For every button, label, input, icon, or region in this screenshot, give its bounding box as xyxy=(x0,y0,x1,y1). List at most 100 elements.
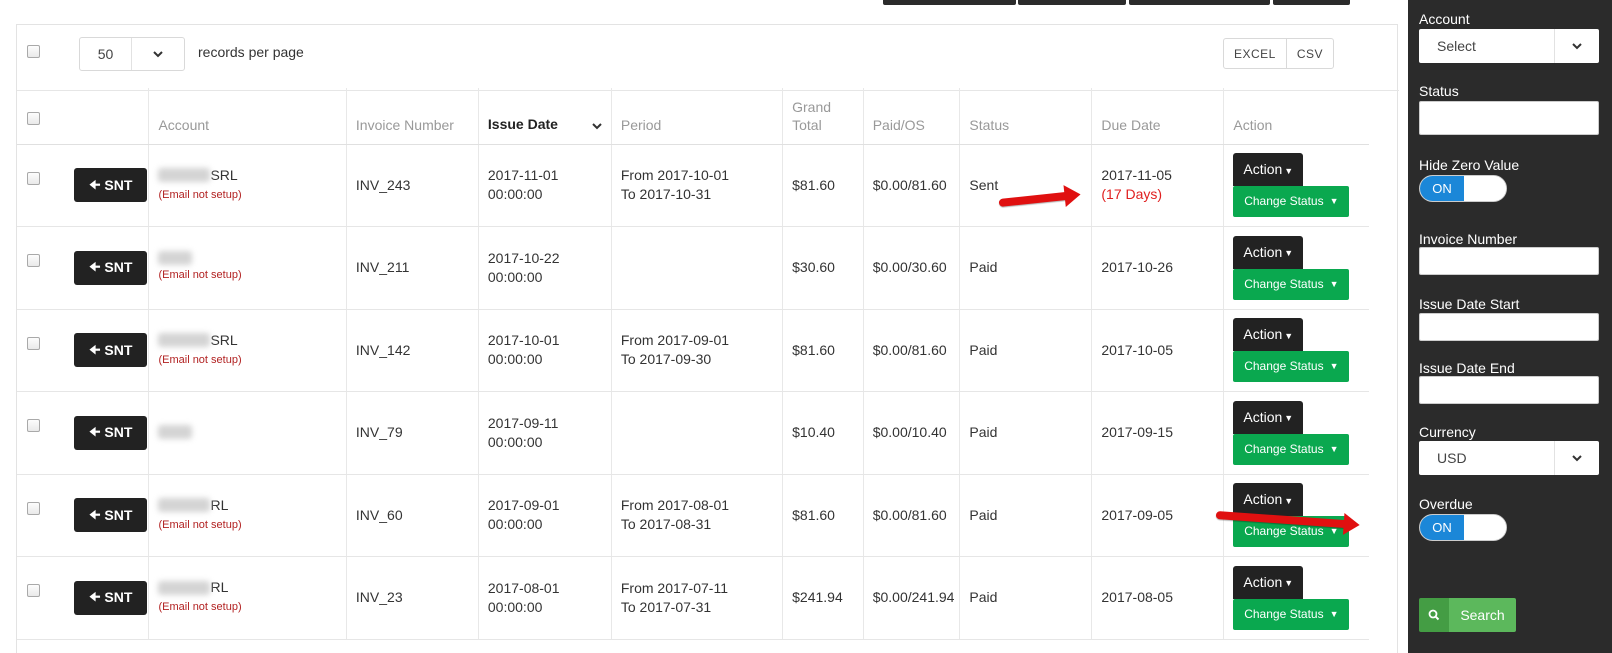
search-button-label: Search xyxy=(1449,598,1516,632)
email-not-setup-note: (Email not setup) xyxy=(158,353,242,366)
filter-account-select[interactable]: Select xyxy=(1419,29,1599,63)
row-due-date: 2017-08-05 xyxy=(1101,589,1174,606)
change-status-button[interactable]: Change Status ▼ xyxy=(1233,351,1350,383)
snt-button[interactable]: 🠈 SNT xyxy=(74,580,148,615)
top-button-3[interactable] xyxy=(1129,0,1270,5)
filter-status-input[interactable] xyxy=(1419,101,1599,135)
row-checkbox-cell xyxy=(17,144,58,227)
search-button[interactable]: Search xyxy=(1419,598,1516,632)
row-checkbox[interactable] xyxy=(27,336,40,350)
chevron-down-icon xyxy=(1554,441,1599,475)
row-issue-time: 00:00:00 xyxy=(487,433,543,450)
snt-button[interactable]: 🠈 SNT xyxy=(74,415,148,450)
export-csv-button[interactable]: CSV xyxy=(1285,39,1333,68)
action-dropdown-button[interactable]: Action ▼ xyxy=(1233,483,1304,517)
action-dropdown-button[interactable]: Action ▼ xyxy=(1233,565,1304,599)
header-grand-total[interactable]: Grand Total xyxy=(782,88,864,145)
header-issue-date[interactable]: Issue Date xyxy=(478,88,612,145)
row-issue-date: 2017-09-11 xyxy=(487,414,559,431)
snt-button[interactable]: 🠈 SNT xyxy=(74,498,148,533)
top-button-4[interactable] xyxy=(1273,0,1350,5)
row-checkbox-cell xyxy=(17,226,58,310)
caret-down-icon: ▼ xyxy=(1329,278,1339,289)
row-checkbox[interactable] xyxy=(27,584,40,597)
row-account-cell: RL (Email not setup) xyxy=(148,474,347,557)
header-status[interactable]: Status xyxy=(959,88,1093,145)
row-period-cell: From 2017-10-01 To 2017-10-31 xyxy=(611,144,784,227)
row-due-date-cell: 2017-11-05 (17 Days) xyxy=(1091,144,1225,227)
table-row: 🠈 SNT INV_79 2017-09-11 00:00:00 $10.40 $0.00/… xyxy=(17,391,1369,475)
row-grand-total: $241.94 xyxy=(782,556,864,640)
sort-desc-icon xyxy=(592,116,602,134)
email-not-setup-note: (Email not setup) xyxy=(158,268,242,281)
filter-issue-end-input[interactable] xyxy=(1419,376,1599,404)
row-checkbox[interactable] xyxy=(27,254,40,267)
filter-currency-label: Currency xyxy=(1419,424,1476,440)
row-invoice-number: INV_142 xyxy=(346,309,479,392)
row-account-cell: SRL (Email not setup) xyxy=(148,144,347,227)
action-dropdown-button[interactable]: Action ▼ xyxy=(1233,153,1304,187)
header-invoice-number[interactable]: Invoice Number xyxy=(346,88,479,145)
row-invoice-number: INV_211 xyxy=(346,226,479,310)
top-button-1[interactable] xyxy=(883,0,1016,5)
header-period[interactable]: Period xyxy=(611,88,784,145)
change-status-label: Change Status xyxy=(1244,276,1324,291)
row-period-cell: From 2017-09-01 To 2017-09-30 xyxy=(611,309,784,392)
change-status-button[interactable]: Change Status ▼ xyxy=(1233,268,1350,300)
header-due-date[interactable]: Due Date xyxy=(1091,88,1225,145)
account-suffix: SRL xyxy=(210,166,238,183)
filter-issue-start-input[interactable] xyxy=(1419,313,1599,341)
row-issue-date-cell: 2017-08-01 00:00:00 xyxy=(478,556,612,640)
change-status-button[interactable]: Change Status ▼ xyxy=(1233,433,1350,465)
records-per-page-select[interactable]: 50 xyxy=(79,37,185,71)
row-checkbox[interactable] xyxy=(27,501,40,515)
header-paid-os[interactable]: Paid/OS xyxy=(863,88,961,145)
header-select-all-checkbox[interactable] xyxy=(27,111,40,125)
row-status: Paid xyxy=(959,226,1093,310)
export-excel-button[interactable]: EXCEL xyxy=(1224,39,1286,68)
row-checkbox[interactable] xyxy=(27,419,40,432)
account-name: SRL xyxy=(158,166,336,185)
filter-invoice-number-input[interactable] xyxy=(1419,247,1599,275)
row-issue-time: 00:00:00 xyxy=(487,186,543,203)
header-account[interactable]: Account xyxy=(148,88,347,145)
snt-button[interactable]: 🠈 SNT xyxy=(74,333,148,368)
snt-button[interactable]: 🠈 SNT xyxy=(74,168,148,203)
row-period-to: To 2017-08-31 xyxy=(620,516,712,533)
row-checkbox[interactable] xyxy=(27,171,40,185)
top-button-2[interactable] xyxy=(1018,0,1126,5)
change-status-label: Change Status xyxy=(1244,441,1324,456)
row-invoice-number: INV_79 xyxy=(346,391,479,475)
snt-button[interactable]: 🠈 SNT xyxy=(74,250,148,285)
account-name xyxy=(158,250,336,265)
action-dropdown-button[interactable]: Action ▼ xyxy=(1233,235,1304,269)
row-due-date: 2017-10-05 xyxy=(1101,341,1174,358)
select-all-checkbox[interactable] xyxy=(27,45,40,58)
row-issue-time: 00:00:00 xyxy=(487,351,543,368)
row-account-cell xyxy=(148,391,347,475)
table-header-row: Account Invoice Number Issue Date Period… xyxy=(17,88,1369,145)
row-issue-time: 00:00:00 xyxy=(487,598,543,615)
row-snt-cell: 🠈 SNT xyxy=(57,391,150,475)
row-paid-os: $0.00/10.40 xyxy=(863,391,961,475)
row-checkbox-cell xyxy=(17,556,58,640)
overdue-toggle[interactable]: ON xyxy=(1419,514,1507,541)
row-period-from: From 2017-08-01 xyxy=(620,497,730,514)
action-dropdown-button[interactable]: Action ▼ xyxy=(1233,318,1304,352)
row-checkbox-cell xyxy=(17,391,58,475)
table-row: 🠈 SNT SRL (Email not setup) INV_142 2017-10-0… xyxy=(17,309,1369,392)
account-suffix: RL xyxy=(210,496,229,513)
caret-down-icon: ▼ xyxy=(1284,165,1294,176)
hide-zero-toggle[interactable]: ON xyxy=(1419,175,1507,202)
action-label: Action xyxy=(1243,573,1283,590)
change-status-button[interactable]: Change Status ▼ xyxy=(1233,186,1350,218)
row-checkbox-cell xyxy=(17,309,58,392)
action-dropdown-button[interactable]: Action ▼ xyxy=(1233,400,1304,434)
hide-zero-toggle-state: ON xyxy=(1420,176,1464,201)
action-label: Action xyxy=(1243,326,1283,343)
filter-currency-select[interactable]: USD xyxy=(1419,441,1599,475)
toggle-knob xyxy=(1464,515,1506,540)
change-status-button[interactable]: Change Status ▼ xyxy=(1233,598,1350,630)
export-buttons: EXCEL CSV xyxy=(1223,38,1335,69)
account-name: RL xyxy=(158,578,336,597)
